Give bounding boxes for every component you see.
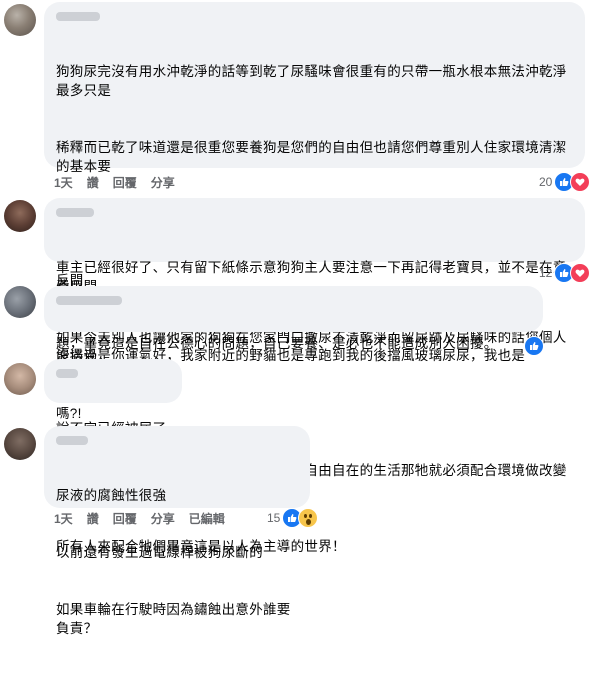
reaction-count: 20 bbox=[539, 175, 553, 189]
comment-actions: 1天 讚 回覆 分享 已編輯 bbox=[54, 510, 225, 527]
wow-reaction-icon bbox=[298, 508, 319, 528]
share-button[interactable]: 分享 bbox=[151, 510, 175, 527]
reaction-summary[interactable] bbox=[524, 336, 544, 356]
reaction-summary[interactable]: 12 bbox=[539, 263, 591, 283]
author-name-blurred[interactable] bbox=[56, 365, 170, 378]
comment-bubble: 沒遇過是你運氣好，我家附近的野貓也是專跑到我的後擋風玻璃尿尿，我也是搞不懂。 bbox=[44, 286, 543, 382]
author-name-blurred[interactable] bbox=[56, 204, 573, 217]
author-name-blurred[interactable] bbox=[56, 432, 298, 445]
avatar[interactable] bbox=[4, 286, 36, 318]
avatar[interactable] bbox=[4, 4, 36, 36]
reply-button[interactable]: 回覆 bbox=[113, 510, 137, 527]
avatar[interactable] bbox=[4, 363, 36, 395]
reaction-summary[interactable]: 20 bbox=[539, 172, 591, 192]
share-button[interactable]: 分享 bbox=[151, 174, 175, 191]
heart-reaction-icon bbox=[570, 172, 591, 192]
comment-bubble: 狗狗尿完沒有用水沖乾淨的話等到乾了尿騷味會很重有的只帶一瓶水根本無法沖乾淨最多只… bbox=[44, 2, 585, 554]
comment-text: 尿液的腐蝕性很強 以前還有發生過電線桿被狗尿斷的 如果車輪在行駛時因為鏽蝕出意外… bbox=[56, 488, 291, 636]
reaction-summary[interactable]: 15 bbox=[267, 508, 319, 528]
comment-bubble: 說不定已經被尿了N次 bbox=[44, 359, 182, 455]
edited-label: 已編輯 bbox=[188, 512, 225, 526]
like-button[interactable]: 讚 bbox=[87, 174, 99, 191]
like-button[interactable]: 讚 bbox=[87, 510, 99, 527]
author-name-blurred[interactable] bbox=[56, 8, 573, 21]
timestamp[interactable]: 1天 bbox=[54, 510, 73, 527]
avatar[interactable] bbox=[4, 200, 36, 232]
reply-button[interactable]: 回覆 bbox=[113, 174, 137, 191]
comment-bubble: 尿液的腐蝕性很強 以前還有發生過電線桿被狗尿斷的 如果車輪在行駛時因為鏽蝕出意外… bbox=[44, 426, 310, 636]
reaction-count: 12 bbox=[539, 266, 553, 280]
timestamp[interactable]: 1天 bbox=[54, 174, 73, 191]
comment-bubble: 車主已經很好了、只有留下紙條示意狗狗主人要注意一下再記得老寶貝，並不是在意費用問… bbox=[44, 198, 585, 351]
avatar[interactable] bbox=[4, 428, 36, 460]
like-reaction-icon bbox=[524, 336, 544, 356]
author-name-blurred[interactable] bbox=[56, 292, 531, 305]
reaction-count: 15 bbox=[267, 511, 281, 525]
heart-reaction-icon bbox=[570, 263, 591, 283]
comment-actions: 1天 讚 回覆 分享 bbox=[54, 174, 175, 191]
